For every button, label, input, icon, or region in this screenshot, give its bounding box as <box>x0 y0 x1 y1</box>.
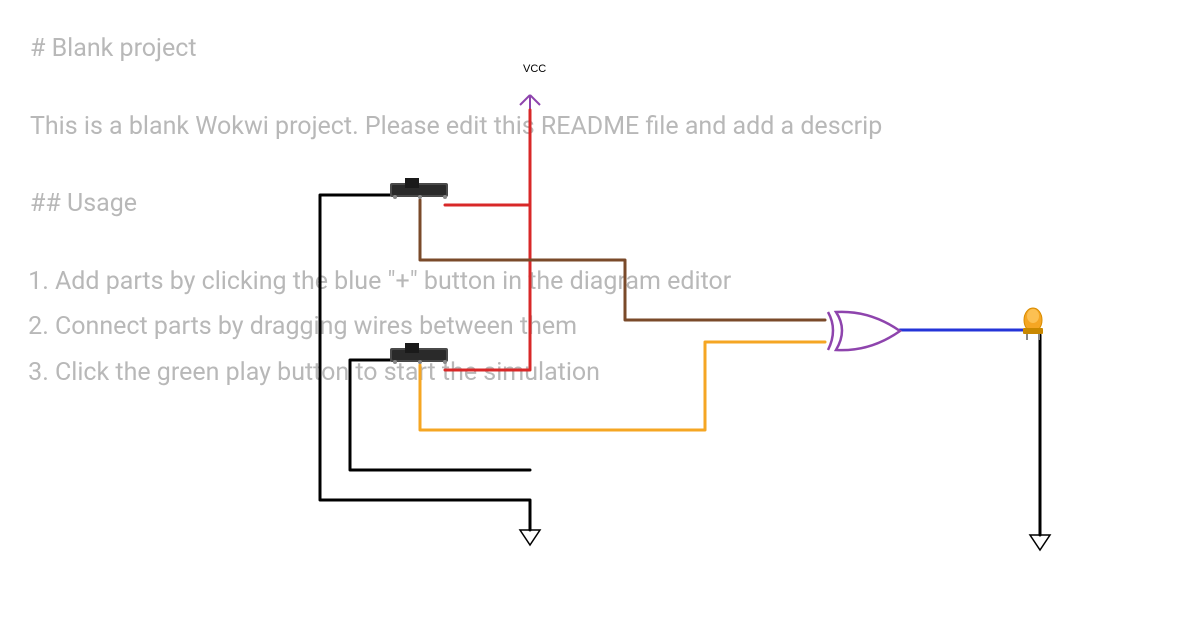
vcc-label: VCC <box>523 63 546 75</box>
wire-vcc-to-switches[interactable] <box>445 110 530 370</box>
vcc-symbol[interactable] <box>520 95 540 110</box>
slide-switch-top[interactable] <box>390 178 448 199</box>
ground-left-symbol[interactable] <box>520 530 540 545</box>
xor-gate[interactable] <box>828 312 900 350</box>
ground-right-symbol[interactable] <box>1030 535 1050 550</box>
wire-switch-bottom-to-xor[interactable] <box>420 342 825 430</box>
wire-switch-ground-inner[interactable] <box>350 360 530 470</box>
wire-switch-top-to-xor[interactable] <box>420 200 825 320</box>
circuit-diagram[interactable] <box>0 0 1200 630</box>
slide-switch-bottom[interactable] <box>390 343 448 364</box>
led[interactable] <box>1023 308 1043 340</box>
